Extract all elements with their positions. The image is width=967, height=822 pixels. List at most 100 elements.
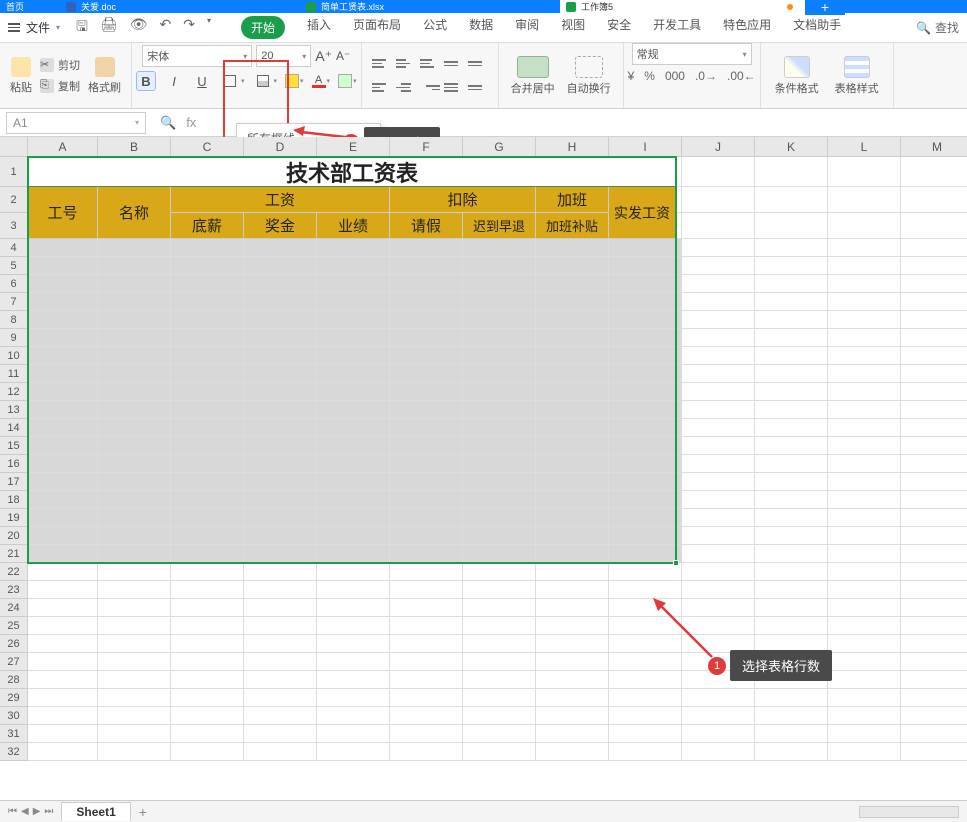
cell[interactable] (682, 383, 755, 401)
cell[interactable] (317, 383, 390, 401)
font-size-select[interactable]: 20▾ (256, 45, 311, 67)
cell[interactable] (171, 617, 244, 635)
cell[interactable] (901, 473, 967, 491)
cell[interactable] (317, 419, 390, 437)
cell[interactable] (28, 653, 98, 671)
cut-button[interactable]: ✂剪切 (40, 57, 80, 73)
cell[interactable] (390, 743, 463, 761)
cell[interactable] (682, 157, 755, 187)
ribbon-dev[interactable]: 开发工具 (653, 16, 701, 39)
cell[interactable] (28, 617, 98, 635)
cell[interactable] (390, 347, 463, 365)
cell[interactable] (755, 743, 828, 761)
cell[interactable] (828, 365, 901, 383)
preview-icon[interactable]: 👁 (130, 16, 148, 40)
cell[interactable] (390, 671, 463, 689)
cell[interactable] (390, 689, 463, 707)
cell[interactable] (609, 275, 682, 293)
cell[interactable] (171, 689, 244, 707)
cell[interactable] (463, 473, 536, 491)
cell[interactable] (317, 491, 390, 509)
cell[interactable] (609, 689, 682, 707)
cell[interactable] (463, 725, 536, 743)
cell[interactable] (463, 617, 536, 635)
cell[interactable] (28, 347, 98, 365)
cell[interactable] (317, 473, 390, 491)
cell[interactable] (828, 653, 901, 671)
horizontal-scrollbar[interactable] (859, 806, 959, 818)
cell[interactable] (828, 545, 901, 563)
cell[interactable] (463, 707, 536, 725)
sheet-nav-last[interactable]: ⏭ (44, 806, 53, 817)
orientation-button[interactable] (468, 78, 488, 98)
cell[interactable] (244, 635, 317, 653)
conditional-format-button[interactable]: 条件格式 (767, 56, 827, 96)
cell[interactable] (98, 527, 171, 545)
header-perf[interactable]: 业绩 (317, 213, 390, 239)
cell[interactable] (28, 257, 98, 275)
cell[interactable] (901, 419, 967, 437)
cell[interactable] (609, 365, 682, 383)
align-middle-button[interactable] (396, 54, 416, 74)
search-label[interactable]: 查找 (935, 19, 959, 36)
row-header-8[interactable]: 8 (0, 311, 28, 329)
cell[interactable] (828, 671, 901, 689)
cell[interactable] (171, 437, 244, 455)
cell[interactable] (828, 509, 901, 527)
cell[interactable] (609, 491, 682, 509)
cell[interactable] (682, 239, 755, 257)
cell[interactable] (536, 437, 609, 455)
cell[interactable] (901, 401, 967, 419)
cell[interactable] (828, 491, 901, 509)
col-header-J[interactable]: J (682, 137, 755, 157)
cell[interactable] (463, 401, 536, 419)
cell[interactable] (609, 581, 682, 599)
cell[interactable] (390, 257, 463, 275)
cell[interactable] (244, 689, 317, 707)
cell[interactable] (390, 545, 463, 563)
cell[interactable] (609, 509, 682, 527)
fx-cancel-icon[interactable]: 🔍 (160, 115, 176, 131)
cell[interactable] (755, 383, 828, 401)
cell[interactable] (98, 401, 171, 419)
cell[interactable] (536, 581, 609, 599)
cell[interactable] (390, 239, 463, 257)
cell[interactable] (536, 329, 609, 347)
cell[interactable] (463, 653, 536, 671)
header-salary-group[interactable]: 工资 (171, 187, 390, 213)
cell[interactable] (463, 527, 536, 545)
cell[interactable] (609, 617, 682, 635)
cell[interactable] (901, 365, 967, 383)
cell[interactable] (536, 671, 609, 689)
cell[interactable] (901, 653, 967, 671)
cell[interactable] (755, 617, 828, 635)
cell[interactable] (901, 239, 967, 257)
more-dropdown-icon[interactable]: ▾ (207, 16, 211, 40)
select-all-corner[interactable] (0, 137, 28, 157)
cell[interactable] (682, 347, 755, 365)
cell[interactable] (244, 491, 317, 509)
col-header-A[interactable]: A (28, 137, 98, 157)
cell[interactable] (755, 419, 828, 437)
col-header-B[interactable]: B (98, 137, 171, 157)
cell[interactable] (28, 599, 98, 617)
wrap-text-button[interactable]: 自动换行 (561, 56, 617, 96)
cell[interactable] (682, 743, 755, 761)
cell[interactable] (755, 365, 828, 383)
cell[interactable] (901, 491, 967, 509)
cell[interactable] (390, 365, 463, 383)
row-header-24[interactable]: 24 (0, 599, 28, 617)
cell[interactable] (828, 401, 901, 419)
cell[interactable] (755, 455, 828, 473)
cell[interactable] (98, 581, 171, 599)
cell[interactable] (317, 707, 390, 725)
cell[interactable] (28, 671, 98, 689)
cell[interactable] (317, 347, 390, 365)
highlight-button[interactable]: ▾ (338, 74, 357, 88)
cell[interactable] (682, 187, 755, 213)
row-header-32[interactable]: 32 (0, 743, 28, 761)
col-header-M[interactable]: M (901, 137, 967, 157)
cell[interactable] (609, 293, 682, 311)
cell[interactable] (609, 347, 682, 365)
col-header-H[interactable]: H (536, 137, 609, 157)
